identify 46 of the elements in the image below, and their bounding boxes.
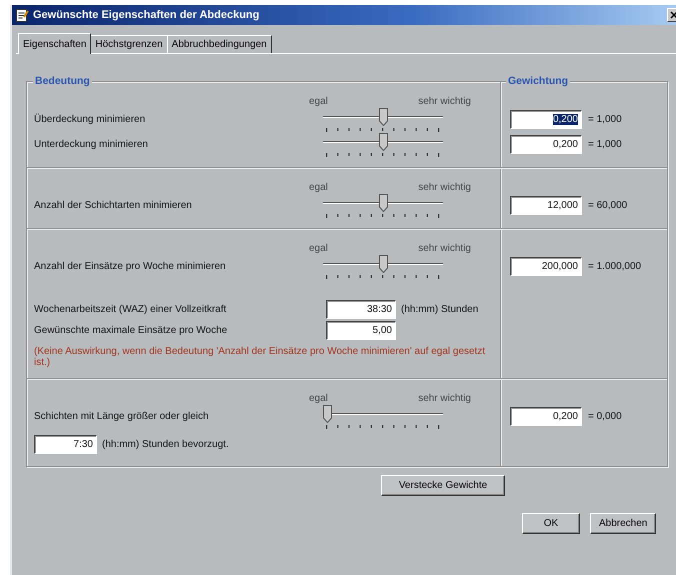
row-label: Überdeckung minimieren: [33, 114, 146, 125]
input-field[interactable]: 200,000: [510, 257, 582, 276]
unit-label: (hh:mm) Stunden: [401, 304, 478, 315]
input-field[interactable]: 0,200: [510, 135, 582, 154]
slider-thumb[interactable]: [378, 133, 388, 151]
row-label: Unterdeckung minimieren: [33, 139, 149, 150]
cancel-button[interactable]: Abbrechen: [590, 513, 656, 534]
window-title: Gewünschte Eigenschaften der Abdeckung: [33, 9, 260, 21]
field-label: Wochenarbeitszeit (WAZ) einer Vollzeitkraft: [34, 304, 228, 315]
slider-thumb[interactable]: [378, 108, 388, 126]
row-label: Anzahl der Schichtarten minimieren: [33, 200, 193, 211]
scale-label: sehr wichtig: [418, 182, 471, 193]
unit-label: (hh:mm) Stunden bevorzugt.: [102, 439, 229, 450]
scale-label: egal: [309, 96, 328, 107]
input-field[interactable]: 12,000: [510, 196, 582, 215]
input-field[interactable]: 0,200: [510, 110, 582, 129]
input-field[interactable]: 5,00: [326, 321, 396, 340]
result-value: = 1,000: [588, 114, 622, 125]
slider-thumb[interactable]: [378, 255, 388, 273]
tab[interactable]: Eigenschaften: [18, 33, 92, 54]
hint-text: (Keine Auswirkung, wenn die Bedeutung 'Anzahl der Einsätze pro Woche minimieren' auf egal gesetzt ist.): [33, 345, 486, 368]
scale-label: egal: [309, 182, 328, 193]
result-value: = 60,000: [588, 200, 628, 211]
row-label: Schichten mit Länge größer oder gleich: [33, 411, 210, 422]
close-icon: [670, 11, 676, 19]
slider-thumb[interactable]: [378, 194, 388, 212]
notepad-icon: [15, 8, 29, 22]
scale-label: sehr wichtig: [418, 393, 471, 404]
result-value: = 0,000: [588, 411, 622, 422]
scale-label: sehr wichtig: [418, 96, 471, 107]
scale-label: egal: [309, 243, 328, 254]
result-value: = 1,000: [588, 139, 622, 150]
slider-thumb[interactable]: [323, 405, 332, 423]
ok-button[interactable]: OK: [522, 513, 580, 534]
scale-label: sehr wichtig: [418, 243, 471, 254]
row-label: Anzahl der Einsätze pro Woche minimieren: [33, 261, 227, 272]
input-field[interactable]: 0,200: [510, 407, 582, 426]
group-title: Gewichtung: [506, 75, 570, 87]
result-value: = 1.000,000: [588, 261, 642, 272]
input-field[interactable]: 38:30: [326, 300, 396, 319]
tab[interactable]: Abbruchbedingungen: [166, 35, 272, 53]
toggle-weights-button[interactable]: Verstecke Gewichte: [381, 475, 505, 496]
field-label: Gewünschte maximale Einsätze pro Woche: [34, 325, 228, 336]
group-title: Bedeutung: [33, 75, 92, 87]
scale-label: egal: [309, 393, 328, 404]
input-field[interactable]: 7:30: [34, 435, 97, 454]
